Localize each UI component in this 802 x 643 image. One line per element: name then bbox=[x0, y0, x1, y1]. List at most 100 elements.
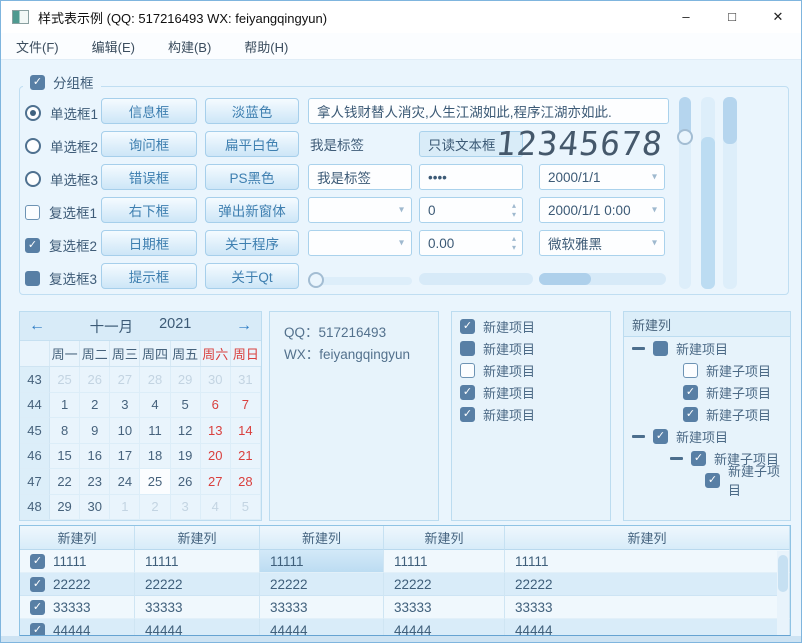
groupbox-title[interactable]: ✓ 分组框 bbox=[23, 71, 101, 93]
table-row[interactable]: ✓1111111111111111111111111 bbox=[20, 550, 790, 573]
combo-box-empty-2[interactable]: ▾ bbox=[308, 230, 412, 256]
calendar-day[interactable]: 15 bbox=[50, 444, 80, 470]
calendar-day[interactable]: 4 bbox=[201, 495, 231, 521]
slider-handle[interactable] bbox=[308, 272, 324, 288]
chevron-down-icon[interactable]: ▾ bbox=[399, 205, 404, 216]
table-vertical-scrollbar[interactable] bbox=[777, 551, 789, 635]
checkbox-checked-icon[interactable]: ✓ bbox=[683, 407, 698, 422]
checkbox-checked-icon[interactable]: ✓ bbox=[460, 385, 475, 400]
notes-textarea[interactable]: QQ：517216493 WX：feiyangqingyun bbox=[269, 311, 439, 521]
spin-arrows-icon[interactable]: ▴▾ bbox=[512, 234, 516, 252]
scrollbar-handle[interactable] bbox=[723, 97, 737, 144]
checkbox-checked-icon[interactable]: ✓ bbox=[683, 385, 698, 400]
close-button[interactable]: ✕ bbox=[755, 1, 801, 32]
table-cell[interactable]: ✓44444 bbox=[20, 619, 135, 637]
table-header-cell[interactable]: 新建列 bbox=[505, 526, 790, 550]
table-row[interactable]: ✓2222222222222222222222222 bbox=[20, 573, 790, 596]
question-box-button[interactable]: 询问框 bbox=[101, 131, 197, 157]
menu-file[interactable]: 文件(F) bbox=[7, 37, 68, 56]
table-cell[interactable]: 11111 bbox=[505, 550, 790, 573]
table-cell[interactable]: ✓22222 bbox=[20, 573, 135, 596]
menu-help[interactable]: 帮助(H) bbox=[235, 37, 297, 56]
table-cell[interactable]: 22222 bbox=[135, 573, 260, 596]
checkbox-1[interactable]: 复选框1 bbox=[25, 201, 97, 223]
info-box-button[interactable]: 信息框 bbox=[101, 98, 197, 124]
bottom-right-button[interactable]: 右下框 bbox=[101, 197, 197, 223]
calendar-year[interactable]: 2021 bbox=[159, 316, 191, 337]
calendar-day[interactable]: 13 bbox=[201, 418, 231, 444]
flat-white-button[interactable]: 扁平白色 bbox=[205, 131, 299, 157]
datetime-picker[interactable]: 2000/1/1 0:00▾ bbox=[539, 197, 665, 223]
table-header-cell[interactable]: 新建列 bbox=[260, 526, 384, 550]
calendar-day[interactable]: 27 bbox=[110, 367, 140, 393]
calendar-day[interactable]: 26 bbox=[171, 469, 201, 495]
error-box-button[interactable]: 错误框 bbox=[101, 164, 197, 190]
groupbox-checkbox-icon[interactable]: ✓ bbox=[30, 75, 45, 90]
calendar-month[interactable]: 十一月 bbox=[90, 316, 134, 337]
calendar-day[interactable]: 28 bbox=[231, 469, 261, 495]
next-month-icon[interactable]: → bbox=[227, 317, 261, 335]
checkbox-checked-icon[interactable]: ✓ bbox=[460, 407, 475, 422]
spin-arrows-icon[interactable]: ▴▾ bbox=[512, 201, 516, 219]
vertical-scrollbar[interactable] bbox=[723, 97, 737, 289]
checkbox-partial-icon[interactable] bbox=[460, 341, 475, 356]
checkbox-3[interactable]: 复选框3 bbox=[25, 267, 97, 289]
checkbox-checked-icon[interactable]: ✓ bbox=[653, 429, 668, 444]
calendar-day[interactable]: 20 bbox=[201, 444, 231, 470]
checkbox-checked-icon[interactable]: ✓ bbox=[30, 600, 45, 615]
table-cell[interactable]: 11111 bbox=[260, 550, 384, 573]
calendar-day[interactable]: 5 bbox=[231, 495, 261, 521]
calendar-day[interactable]: 2 bbox=[140, 495, 170, 521]
calendar-day[interactable]: 6 bbox=[201, 393, 231, 419]
popup-window-button[interactable]: 弹出新窗体 bbox=[205, 197, 299, 223]
calendar-day[interactable]: 22 bbox=[50, 469, 80, 495]
calendar-day[interactable]: 30 bbox=[80, 495, 110, 521]
calendar-day[interactable]: 10 bbox=[110, 418, 140, 444]
calendar-day[interactable]: 19 bbox=[171, 444, 201, 470]
calendar-day[interactable]: 1 bbox=[50, 393, 80, 419]
calendar-day[interactable]: 3 bbox=[110, 393, 140, 419]
table-cell[interactable]: 22222 bbox=[384, 573, 505, 596]
calendar-day[interactable]: 4 bbox=[140, 393, 170, 419]
calendar-day[interactable]: 7 bbox=[231, 393, 261, 419]
list-item[interactable]: 新建项目 bbox=[452, 359, 610, 381]
calendar-day[interactable]: 28 bbox=[140, 367, 170, 393]
calendar-day[interactable]: 18 bbox=[140, 444, 170, 470]
checkbox-checked-icon[interactable]: ✓ bbox=[30, 623, 45, 638]
list-item[interactable]: ✓新建项目 bbox=[452, 315, 610, 337]
table-row[interactable]: ✓3333333333333333333333333 bbox=[20, 596, 790, 619]
calendar-day[interactable]: 17 bbox=[110, 444, 140, 470]
table-cell[interactable]: 22222 bbox=[260, 573, 384, 596]
text-input[interactable]: 拿人钱财替人消灾,人生江湖如此,程序江湖亦如此. bbox=[308, 98, 669, 124]
chevron-down-icon[interactable]: ▾ bbox=[652, 172, 657, 183]
table-cell[interactable]: ✓11111 bbox=[20, 550, 135, 573]
tip-box-button[interactable]: 提示框 bbox=[101, 263, 197, 289]
calendar-day[interactable]: 30 bbox=[201, 367, 231, 393]
checkbox-unchecked-icon[interactable] bbox=[683, 363, 698, 378]
horizontal-slider[interactable] bbox=[308, 271, 412, 289]
calendar-day[interactable]: 27 bbox=[201, 469, 231, 495]
collapse-icon[interactable] bbox=[632, 435, 645, 438]
table-cell[interactable]: 33333 bbox=[260, 596, 384, 619]
vertical-slider-handle[interactable] bbox=[677, 129, 693, 145]
table-cell[interactable]: 44444 bbox=[384, 619, 505, 637]
checkbox-partial-icon[interactable] bbox=[25, 271, 40, 286]
table-cell[interactable]: 44444 bbox=[135, 619, 260, 637]
checkbox-checked-icon[interactable]: ✓ bbox=[30, 577, 45, 592]
list-item[interactable]: ✓新建项目 bbox=[452, 381, 610, 403]
table-cell[interactable]: ✓33333 bbox=[20, 596, 135, 619]
font-combo-box[interactable]: 微软雅黑▾ bbox=[539, 230, 665, 256]
calendar-day[interactable]: 11 bbox=[140, 418, 170, 444]
table-scrollbar-handle[interactable] bbox=[778, 555, 788, 592]
combo-box-empty-1[interactable]: ▾ bbox=[308, 197, 412, 223]
radio-on-icon[interactable] bbox=[25, 105, 41, 121]
calendar-day[interactable]: 25 bbox=[50, 367, 80, 393]
radio-3[interactable]: 单选框3 bbox=[25, 168, 98, 190]
calendar-day[interactable]: 29 bbox=[171, 367, 201, 393]
tree-item[interactable]: 新建项目 bbox=[624, 337, 790, 359]
table-cell[interactable]: 33333 bbox=[135, 596, 260, 619]
spin-box[interactable]: 0▴▾ bbox=[419, 197, 523, 223]
checkbox-checked-icon[interactable]: ✓ bbox=[460, 319, 475, 334]
calendar-day[interactable]: 26 bbox=[80, 367, 110, 393]
tree-header[interactable]: 新建列 bbox=[624, 312, 790, 337]
